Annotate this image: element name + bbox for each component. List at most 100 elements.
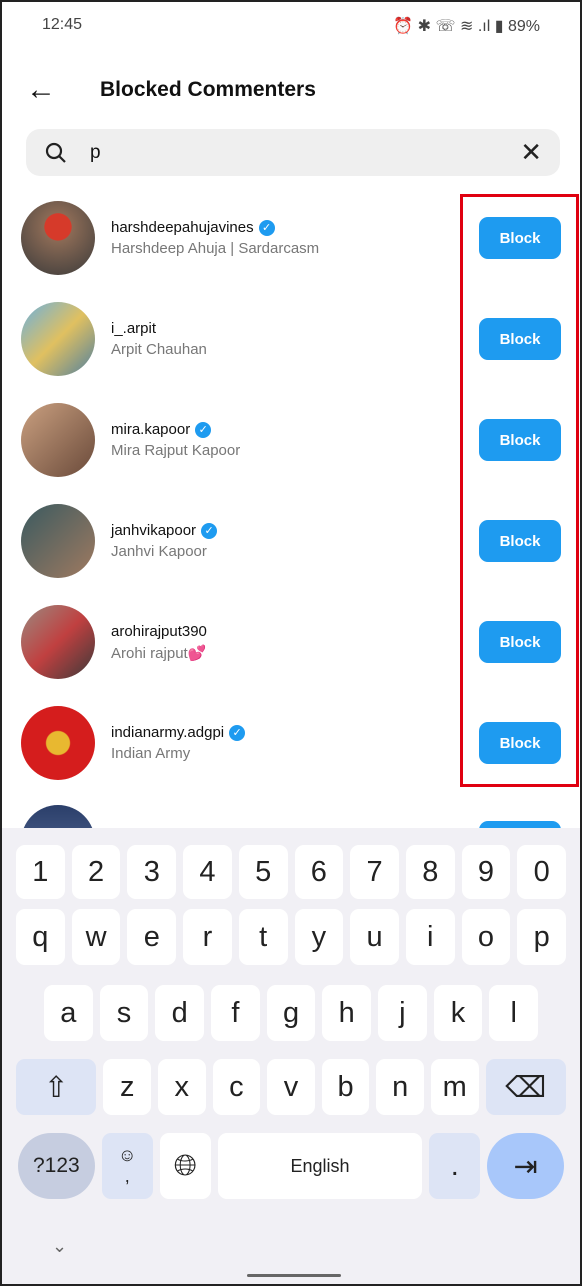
key-e[interactable]: e — [127, 909, 177, 965]
key-n[interactable]: n — [376, 1059, 424, 1115]
full-name: Indian Army — [111, 745, 191, 762]
search-bar: ✕ — [26, 129, 560, 176]
block-button[interactable]: Block — [479, 318, 561, 360]
full-name: Mira Rajput Kapoor — [111, 442, 241, 459]
key-m[interactable]: m — [430, 1059, 479, 1115]
block-button[interactable]: Block — [479, 419, 561, 461]
avatar[interactable] — [21, 504, 95, 578]
block-button[interactable]: Block — [479, 520, 561, 562]
keyboard: 1234567890 qwertyuiop asdfghjkl ⇧ zxcvbn… — [2, 828, 580, 1284]
full-name: Arpit Chauhan — [111, 341, 207, 358]
avatar[interactable] — [21, 605, 95, 679]
period-key[interactable]: . — [429, 1133, 481, 1199]
block-button[interactable]: Block — [479, 722, 561, 764]
key-z[interactable]: z — [103, 1059, 151, 1115]
next-key[interactable]: ⇥ — [487, 1133, 564, 1199]
block-button[interactable]: Block — [479, 621, 561, 663]
list-item: i_.arpit Arpit Chauhan Block — [21, 302, 561, 376]
user-info[interactable]: i_.arpit Arpit Chauhan — [111, 320, 479, 358]
key-j[interactable]: j — [378, 985, 427, 1041]
key-f[interactable]: f — [211, 985, 260, 1041]
clear-search-icon[interactable]: ✕ — [520, 137, 542, 168]
key-o[interactable]: o — [461, 909, 511, 965]
verified-badge-icon: ✓ — [258, 219, 275, 236]
key-r[interactable]: r — [183, 909, 232, 965]
username: arohirajput390 — [111, 622, 207, 640]
avatar[interactable] — [21, 403, 95, 477]
key-5[interactable]: 5 — [238, 845, 288, 899]
user-info[interactable]: arohirajput390 Arohi rajput💕 — [111, 623, 479, 662]
search-input[interactable] — [90, 141, 521, 164]
space-bar[interactable]: English — [217, 1133, 423, 1199]
clock: 12:45 — [42, 16, 83, 33]
full-name: Harshdeep Ahuja | Sardarcasm — [111, 240, 320, 257]
key-8[interactable]: 8 — [405, 845, 455, 899]
user-info[interactable]: mira.kapoor ✓ Mira Rajput Kapoor — [111, 421, 479, 459]
avatar[interactable] — [21, 706, 95, 780]
collapse-keyboard-icon[interactable]: ⌄ — [52, 1236, 67, 1257]
shift-key[interactable]: ⇧ — [16, 1059, 97, 1115]
list-item: harshdeepahujavines ✓ Harshdeep Ahuja | S… — [21, 201, 561, 275]
key-7[interactable]: 7 — [350, 845, 399, 899]
user-info[interactable]: harshdeepahujavines ✓ Harshdeep Ahuja | S… — [111, 219, 479, 257]
avatar[interactable] — [21, 201, 95, 275]
key-x[interactable]: x — [158, 1059, 206, 1115]
comma-label: , — [124, 1166, 130, 1186]
user-info[interactable]: indianarmy.adgpi ✓ Indian Army — [111, 724, 479, 762]
app-header: ← Blocked Commenters — [26, 72, 580, 108]
key-4[interactable]: 4 — [183, 845, 232, 899]
battery-level: 89% — [507, 18, 540, 35]
key-w[interactable]: w — [71, 909, 121, 965]
emoji-icon: ☺ — [118, 1145, 137, 1165]
key-h[interactable]: h — [322, 985, 372, 1041]
emoji-comma-key[interactable]: ☺, — [101, 1133, 153, 1199]
backspace-key[interactable]: ⌫ — [485, 1059, 567, 1115]
key-6[interactable]: 6 — [294, 845, 344, 899]
key-c[interactable]: c — [212, 1059, 261, 1115]
block-button[interactable]: Block — [479, 217, 561, 259]
key-u[interactable]: u — [350, 909, 399, 965]
key-2[interactable]: 2 — [71, 845, 121, 899]
list-item: janhvikapoor ✓ Janhvi Kapoor Block — [21, 504, 561, 578]
key-a[interactable]: a — [44, 985, 93, 1041]
username: janhvikapoor — [111, 522, 197, 539]
key-s[interactable]: s — [99, 985, 149, 1041]
key-1[interactable]: 1 — [16, 845, 65, 899]
key-i[interactable]: i — [405, 909, 455, 965]
key-k[interactable]: k — [433, 985, 483, 1041]
key-g[interactable]: g — [266, 985, 316, 1041]
full-name: Janhvi Kapoor — [111, 543, 207, 560]
verified-badge-icon: ✓ — [229, 724, 246, 741]
key-v[interactable]: v — [267, 1059, 315, 1115]
key-3[interactable]: 3 — [127, 845, 177, 899]
symbols-key[interactable]: ?123 — [18, 1133, 95, 1199]
username: harshdeepahujavines — [111, 219, 254, 236]
username: indianarmy.adgpi — [111, 724, 225, 741]
key-0[interactable]: 0 — [517, 845, 567, 899]
highlight-box — [460, 194, 579, 787]
verified-badge-icon: ✓ — [195, 421, 212, 438]
username: i_.arpit — [111, 320, 157, 337]
username: mira.kapoor — [111, 421, 191, 438]
key-d[interactable]: d — [155, 985, 205, 1041]
status-icons: ⏰ ✱ ☏ ≋ .ıl ▮ 89% — [393, 18, 540, 35]
user-info[interactable]: janhvikapoor ✓ Janhvi Kapoor — [111, 522, 479, 560]
full-name: Arohi rajput💕 — [111, 644, 207, 662]
key-y[interactable]: y — [294, 909, 344, 965]
key-p[interactable]: p — [517, 909, 567, 965]
globe-icon[interactable]: 🌐︎ — [159, 1133, 211, 1199]
key-t[interactable]: t — [238, 909, 288, 965]
list-item: indianarmy.adgpi ✓ Indian Army Block — [21, 706, 561, 780]
key-b[interactable]: b — [321, 1059, 370, 1115]
key-l[interactable]: l — [489, 985, 539, 1041]
status-bar: 12:45 ⏰ ✱ ☏ ≋ .ıl ▮ 89% — [42, 16, 540, 36]
back-arrow-icon[interactable]: ← — [26, 73, 100, 107]
page-title: Blocked Commenters — [100, 78, 316, 101]
home-indicator[interactable] — [247, 1274, 341, 1277]
avatar[interactable] — [21, 302, 95, 376]
key-9[interactable]: 9 — [461, 845, 511, 899]
list-item: arohirajput390 Arohi rajput💕 Block — [21, 605, 561, 679]
list-item: mira.kapoor ✓ Mira Rajput Kapoor Block — [21, 403, 561, 477]
search-icon — [45, 142, 66, 163]
key-q[interactable]: q — [16, 909, 65, 965]
